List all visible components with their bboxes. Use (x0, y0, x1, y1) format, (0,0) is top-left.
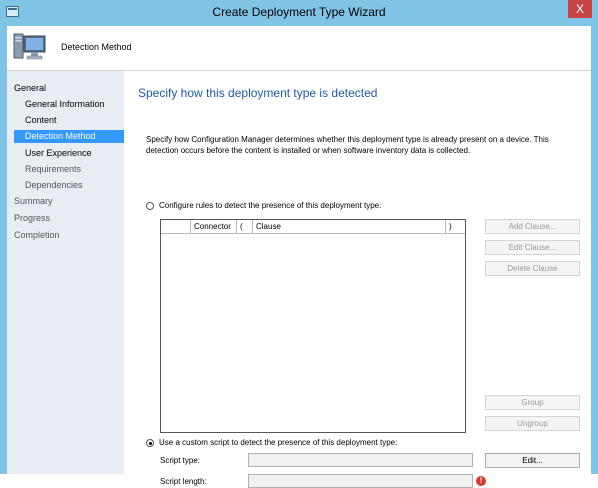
rules-radio[interactable] (146, 202, 154, 210)
delete-clause-button[interactable]: Delete Clause (485, 261, 580, 276)
custom-script-radio[interactable] (146, 439, 154, 447)
group-button[interactable]: Group (485, 395, 580, 410)
window-title: Create Deployment Type Wizard (212, 5, 386, 19)
grid-col-clause: Clause (253, 220, 446, 233)
grid-col-blank (161, 220, 191, 233)
edit-clause-button[interactable]: Edit Clause... (485, 240, 580, 255)
nav-item-requirements[interactable]: Requirements (25, 163, 81, 176)
main-panel: Specify how this deployment type is dete… (124, 71, 591, 488)
script-type-label: Script type: (160, 456, 201, 465)
clause-grid[interactable]: Connector ( Clause ) (160, 219, 466, 433)
computer-icon (13, 33, 46, 60)
wizard-client-area: Detection Method General General Informa… (7, 26, 591, 488)
custom-script-radio-label: Use a custom script to detect the presen… (159, 438, 398, 447)
grid-col-close-paren: ) (449, 222, 452, 231)
grid-col-open-paren: ( (237, 220, 253, 233)
script-type-field[interactable] (248, 453, 473, 467)
nav-item-summary[interactable]: Summary (14, 195, 53, 208)
header-title: Detection Method (61, 42, 132, 52)
title-bar[interactable]: Create Deployment Type Wizard X (0, 0, 598, 26)
script-length-label: Script length: (160, 477, 207, 486)
grid-col-connector: Connector (191, 220, 237, 233)
wizard-header: Detection Method (7, 26, 591, 71)
page-title: Specify how this deployment type is dete… (138, 86, 378, 100)
nav-item-progress[interactable]: Progress (14, 212, 50, 225)
grid-header: Connector ( Clause ) (161, 220, 465, 234)
nav-item-general[interactable]: General (14, 82, 46, 95)
nav-item-general-information[interactable]: General Information (25, 98, 105, 111)
nav-item-dependencies[interactable]: Dependencies (25, 179, 83, 192)
nav-item-user-experience[interactable]: User Experience (25, 147, 92, 160)
nav-item-completion[interactable]: Completion (14, 229, 60, 242)
error-icon: ! (476, 476, 486, 486)
ungroup-button[interactable]: Ungroup (485, 416, 580, 431)
script-length-field[interactable] (248, 474, 473, 488)
nav-item-content[interactable]: Content (25, 114, 57, 127)
wizard-window: Create Deployment Type Wizard X Detectio… (0, 0, 598, 488)
nav-item-detection-method[interactable]: Detection Method (14, 130, 124, 143)
close-button[interactable]: X (568, 0, 592, 18)
wizard-nav: General General Information Content Dete… (7, 71, 124, 474)
rules-radio-label: Configure rules to detect the presence o… (159, 201, 382, 210)
page-description: Specify how Configuration Manager determ… (146, 135, 549, 155)
add-clause-button[interactable]: Add Clause... (485, 219, 580, 234)
edit-script-button[interactable]: Edit... (485, 453, 580, 468)
